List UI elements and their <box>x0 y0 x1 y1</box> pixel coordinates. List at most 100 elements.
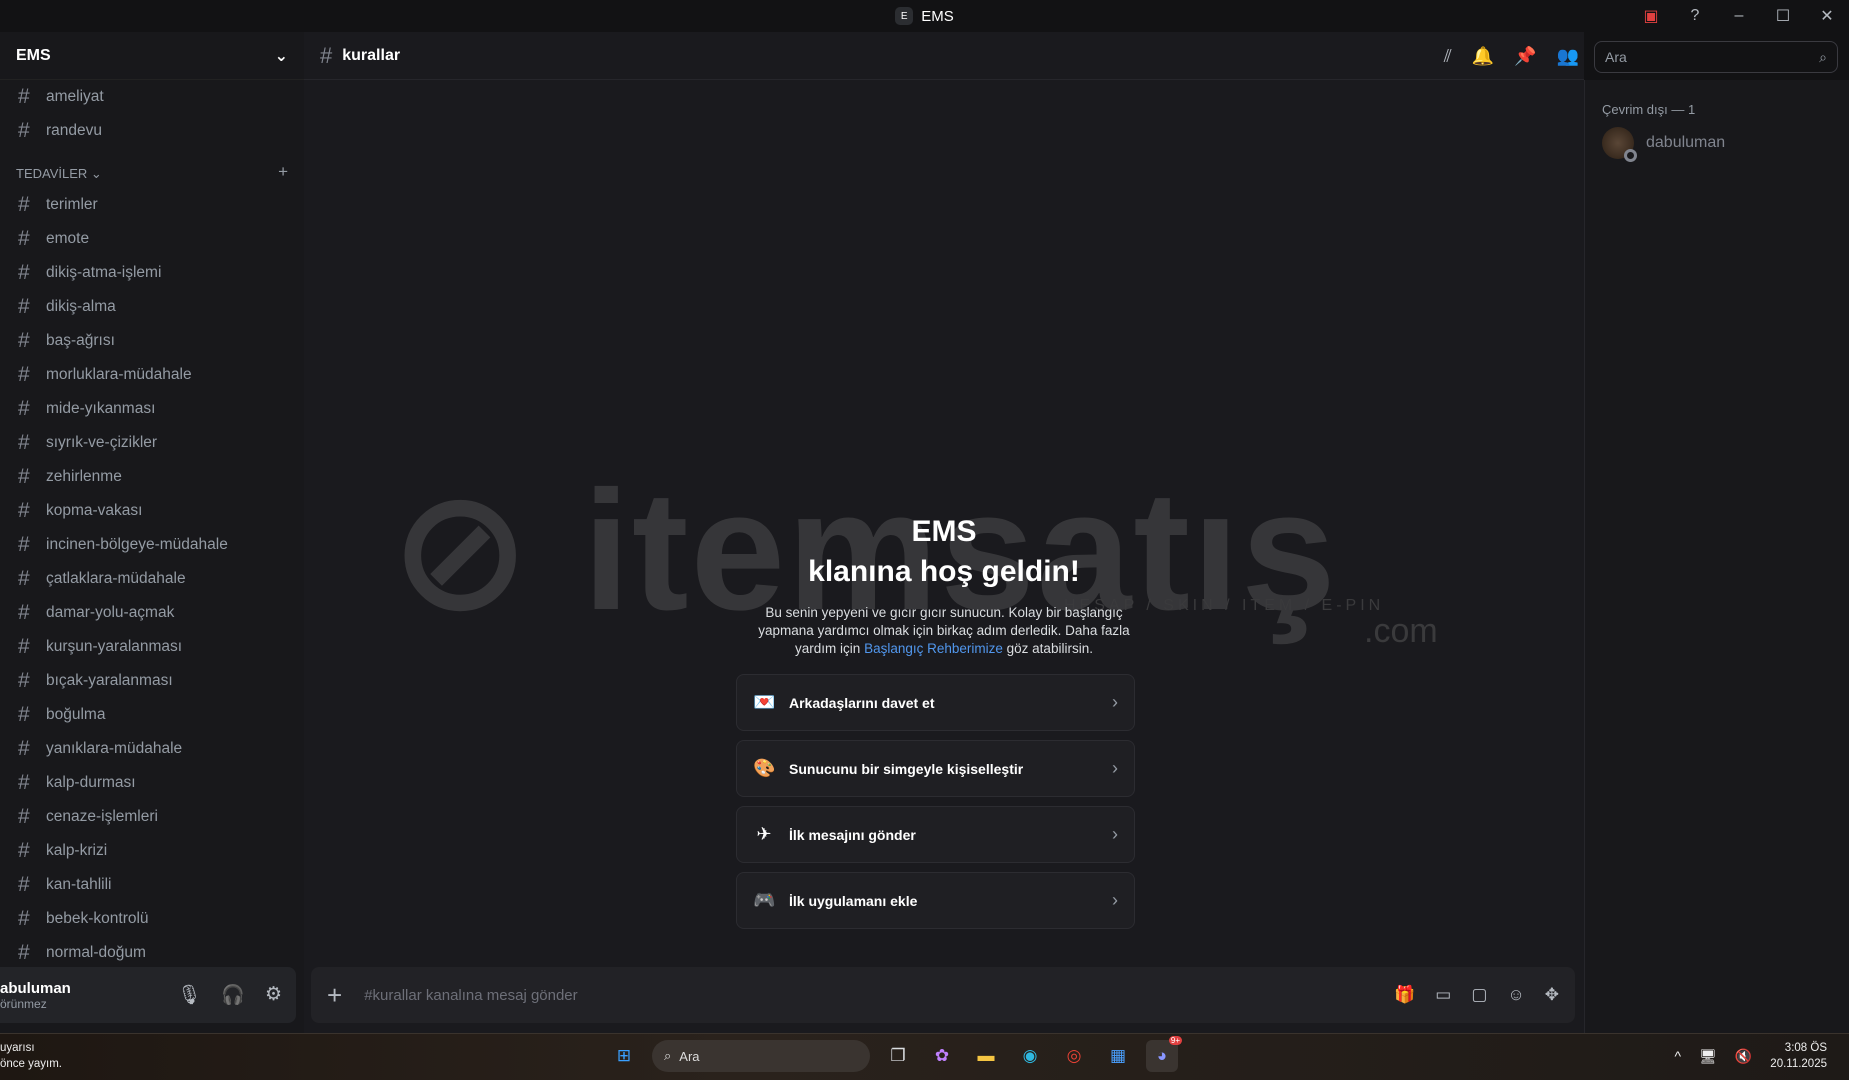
apps-icon[interactable]: ✥ <box>1545 985 1559 1005</box>
channel-item[interactable]: # dikiş-alma <box>0 290 304 324</box>
channel-item[interactable]: # terimler <box>0 188 304 222</box>
server-header[interactable]: EMS ⌄ <box>0 32 304 80</box>
hash-icon: # <box>18 193 30 216</box>
channel-item[interactable]: # normal-doğum <box>0 936 304 970</box>
pin-icon[interactable]: 📌 <box>1514 46 1536 67</box>
chrome-icon[interactable]: ◎ <box>1058 1040 1090 1072</box>
chevron-right-icon: › <box>1112 758 1118 778</box>
volume-muted-icon[interactable]: 🔇 <box>1735 1048 1752 1065</box>
discord-icon[interactable]: ◕ 9+ <box>1146 1036 1182 1072</box>
microphone-icon[interactable]: 🎙 <box>177 983 201 1007</box>
chevron-right-icon: › <box>1112 824 1118 844</box>
guide-link[interactable]: Başlangıç Rehberimize <box>864 641 1003 656</box>
hash-icon: # <box>18 85 30 108</box>
channel-item[interactable]: # yanıklara-müdahale <box>0 732 304 766</box>
channel-name: dikiş-atma-işlemi <box>46 264 162 281</box>
gif-icon[interactable]: ▭ <box>1435 985 1451 1005</box>
invite-icon: 💌 <box>753 692 776 712</box>
server-icon: E <box>895 7 914 25</box>
channel-name: dikiş-alma <box>46 298 116 315</box>
sticker-icon[interactable]: ▢ <box>1471 985 1487 1005</box>
hash-icon: # <box>18 329 30 352</box>
file-explorer-icon[interactable]: ▬ <box>970 1040 1002 1072</box>
channel-item[interactable]: # zehirlenme <box>0 460 304 494</box>
store-icon[interactable]: ▦ <box>1102 1040 1134 1072</box>
headphones-icon[interactable]: 🎧 <box>221 983 245 1007</box>
channel-name: randevu <box>46 122 103 139</box>
channel-item[interactable]: # çatlaklara-müdahale <box>0 562 304 596</box>
invite-friends-card[interactable]: 💌 Arkadaşlarını davet et › <box>736 674 1135 731</box>
channel-item[interactable]: # bıçak-yaralanması <box>0 664 304 698</box>
channel-item[interactable]: # kopma-vakası <box>0 494 304 528</box>
username[interactable]: abuluman <box>0 980 71 997</box>
threads-icon[interactable]: ⫽ <box>1444 46 1452 67</box>
search-input[interactable]: Ara ⌕ <box>1594 41 1838 73</box>
notification-preview[interactable]: uyarısı önce yayım. <box>0 1040 62 1072</box>
windows-start-icon[interactable]: ⊞ <box>608 1040 640 1072</box>
channel-item[interactable]: # mide-yıkanması <box>0 392 304 426</box>
category-header[interactable]: TEDAVİLER ⌄ + <box>0 148 304 188</box>
add-app-card[interactable]: 🎮 İlk uygulamanı ekle › <box>736 872 1135 929</box>
channel-item[interactable]: # kan-tahlili <box>0 868 304 902</box>
channel-name: normal-doğum <box>46 944 146 961</box>
channel-name: boğulma <box>46 706 106 723</box>
chevron-right-icon: › <box>1112 692 1118 712</box>
help-icon[interactable]: ? <box>1673 7 1717 25</box>
channel-item[interactable]: # damar-yolu-açmak <box>0 596 304 630</box>
channel-name: morluklara-müdahale <box>46 366 192 383</box>
hash-icon: # <box>18 907 30 930</box>
taskbar-search[interactable]: ⌕ Ara <box>652 1040 870 1072</box>
task-view-icon[interactable]: ❐ <box>882 1040 914 1072</box>
add-channel-icon[interactable]: + <box>278 162 288 182</box>
notification-badge: 9+ <box>1168 1036 1182 1045</box>
hash-icon: # <box>18 771 30 794</box>
channel-item[interactable]: # morluklara-müdahale <box>0 358 304 392</box>
gift-icon[interactable]: 🎁 <box>1394 985 1415 1005</box>
channel-item[interactable]: # sıyrık-ve-çizikler <box>0 426 304 460</box>
hash-icon: # <box>18 737 30 760</box>
channel-name: damar-yolu-açmak <box>46 604 175 621</box>
hash-icon: # <box>18 635 30 658</box>
channel-item[interactable]: # emote <box>0 222 304 256</box>
member-item[interactable]: dabuluman <box>1602 127 1849 162</box>
channel-item[interactable]: # kurşun-yaralanması <box>0 630 304 664</box>
copilot-icon[interactable]: ✿ <box>926 1040 958 1072</box>
chevron-up-icon[interactable]: ^ <box>1675 1048 1682 1064</box>
channel-item[interactable]: # cenaze-işlemleri <box>0 800 304 834</box>
channel-name: zehirlenme <box>46 468 122 485</box>
channel-item[interactable]: # bebek-kontrolü <box>0 902 304 936</box>
hash-icon: # <box>18 431 30 454</box>
message-input[interactable]: #kurallar kanalına mesaj gönder <box>364 987 577 1004</box>
emoji-icon[interactable]: ☺ <box>1507 985 1524 1005</box>
channel-item[interactable]: # randevu <box>0 114 304 148</box>
channel-item[interactable]: # baş-ağrısı <box>0 324 304 358</box>
members-icon[interactable]: 👥 <box>1557 46 1579 67</box>
hash-icon: # <box>320 42 333 68</box>
network-icon[interactable]: 🖥 <box>1699 1048 1717 1065</box>
title-bar: E EMS ▣ ? – ☐ ✕ <box>0 0 1849 32</box>
paper-plane-icon: ✈ <box>756 824 772 844</box>
channel-item[interactable]: # incinen-bölgeye-müdahale <box>0 528 304 562</box>
channel-item[interactable]: # kalp-krizi <box>0 834 304 868</box>
chevron-down-icon: ⌄ <box>274 47 288 65</box>
channel-item[interactable]: # boğulma <box>0 698 304 732</box>
settings-gear-icon[interactable]: ⚙ <box>265 983 282 1007</box>
message-composer[interactable]: + #kurallar kanalına mesaj gönder 🎁 ▭ ▢ ☺ ✥ <box>311 967 1575 1023</box>
channel-item[interactable]: # ameliyat <box>0 80 304 114</box>
inbox-icon[interactable]: ▣ <box>1629 6 1673 26</box>
channel-name: kurşun-yaralanması <box>46 638 183 655</box>
hash-icon: # <box>18 261 30 284</box>
channel-item[interactable]: # dikiş-atma-işlemi <box>0 256 304 290</box>
bell-icon[interactable]: 🔔 <box>1472 46 1494 67</box>
channel-name: ameliyat <box>46 88 104 105</box>
maximize-button[interactable]: ☐ <box>1761 6 1805 26</box>
attach-plus-icon[interactable]: + <box>327 980 342 1011</box>
edge-icon[interactable]: ◉ <box>1014 1040 1046 1072</box>
close-button[interactable]: ✕ <box>1805 6 1849 26</box>
user-status: örünmez <box>0 996 47 1011</box>
first-message-card[interactable]: ✈ İlk mesajını gönder › <box>736 806 1135 863</box>
minimize-button[interactable]: – <box>1717 7 1761 25</box>
clock[interactable]: 3:08 ÖS 20.11.2025 <box>1770 1040 1827 1072</box>
channel-item[interactable]: # kalp-durması <box>0 766 304 800</box>
customize-icon-card[interactable]: 🎨 Sunucunu bir simgeyle kişiselleştir › <box>736 740 1135 797</box>
